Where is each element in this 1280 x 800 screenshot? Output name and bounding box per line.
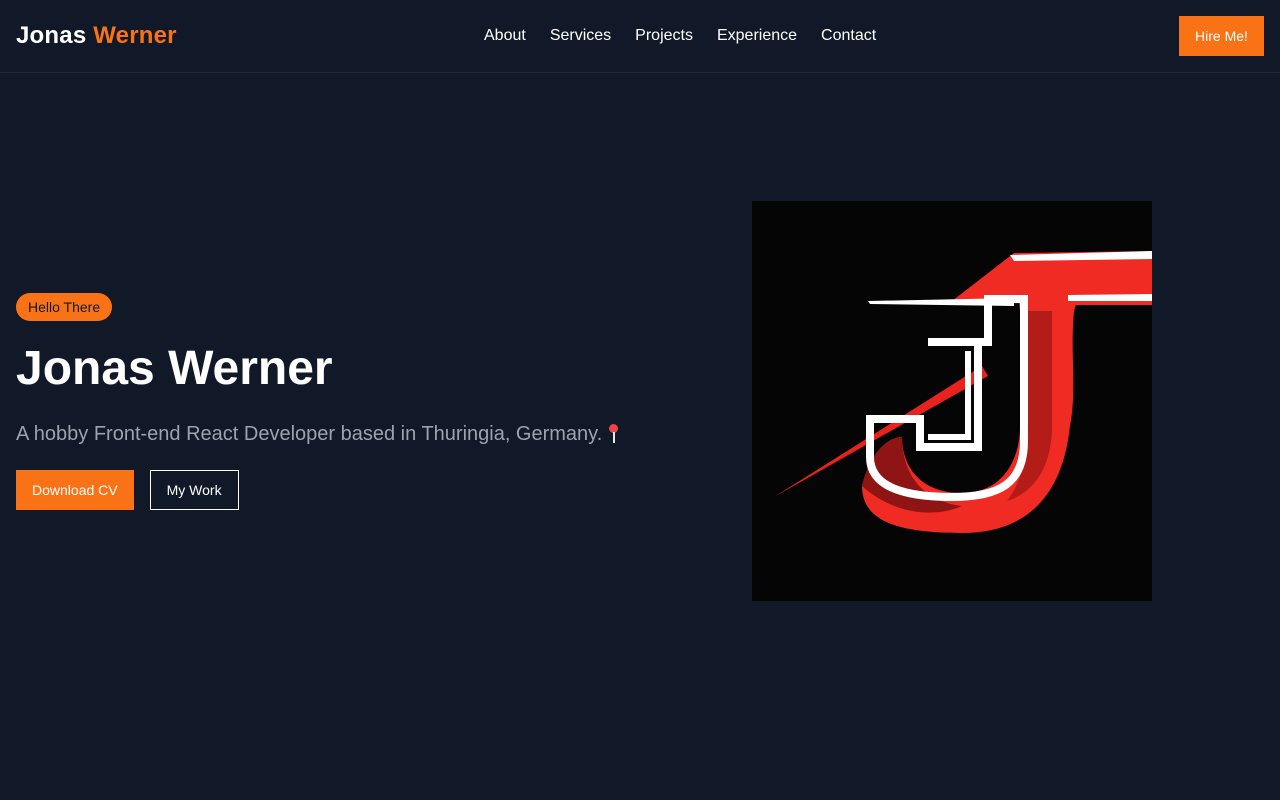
nav-link-experience[interactable]: Experience: [717, 26, 797, 46]
hero-content: Hello There Jonas Werner A hobby Front-e…: [16, 293, 656, 510]
nav-link-projects[interactable]: Projects: [635, 26, 693, 46]
my-work-button[interactable]: My Work: [149, 470, 239, 510]
nav-link-services[interactable]: Services: [550, 26, 611, 46]
jw-logo-icon: [752, 201, 1152, 601]
brand-first-name: Jonas: [16, 22, 87, 49]
brand-last-name: Werner: [93, 22, 177, 49]
download-cv-button[interactable]: Download CV: [16, 470, 134, 510]
nav-links: About Services Projects Experience Conta…: [484, 26, 876, 46]
hire-me-button[interactable]: Hire Me!: [1179, 16, 1264, 56]
navbar: Jonas Werner About Services Projects Exp…: [0, 0, 1280, 73]
round-pushpin-icon: [608, 423, 620, 445]
hero-subtitle-text: A hobby Front-end React Developer based …: [16, 423, 603, 445]
hero-actions: Download CV My Work: [16, 470, 656, 510]
greeting-badge: Hello There: [16, 293, 113, 321]
brand-logo[interactable]: Jonas Werner: [16, 21, 177, 51]
hero-subtitle: A hobby Front-end React Developer based …: [16, 420, 656, 448]
hero-title: Jonas Werner: [16, 342, 333, 395]
nav-link-about[interactable]: About: [484, 26, 526, 46]
profile-image: [752, 201, 1152, 601]
nav-link-contact[interactable]: Contact: [821, 26, 876, 46]
